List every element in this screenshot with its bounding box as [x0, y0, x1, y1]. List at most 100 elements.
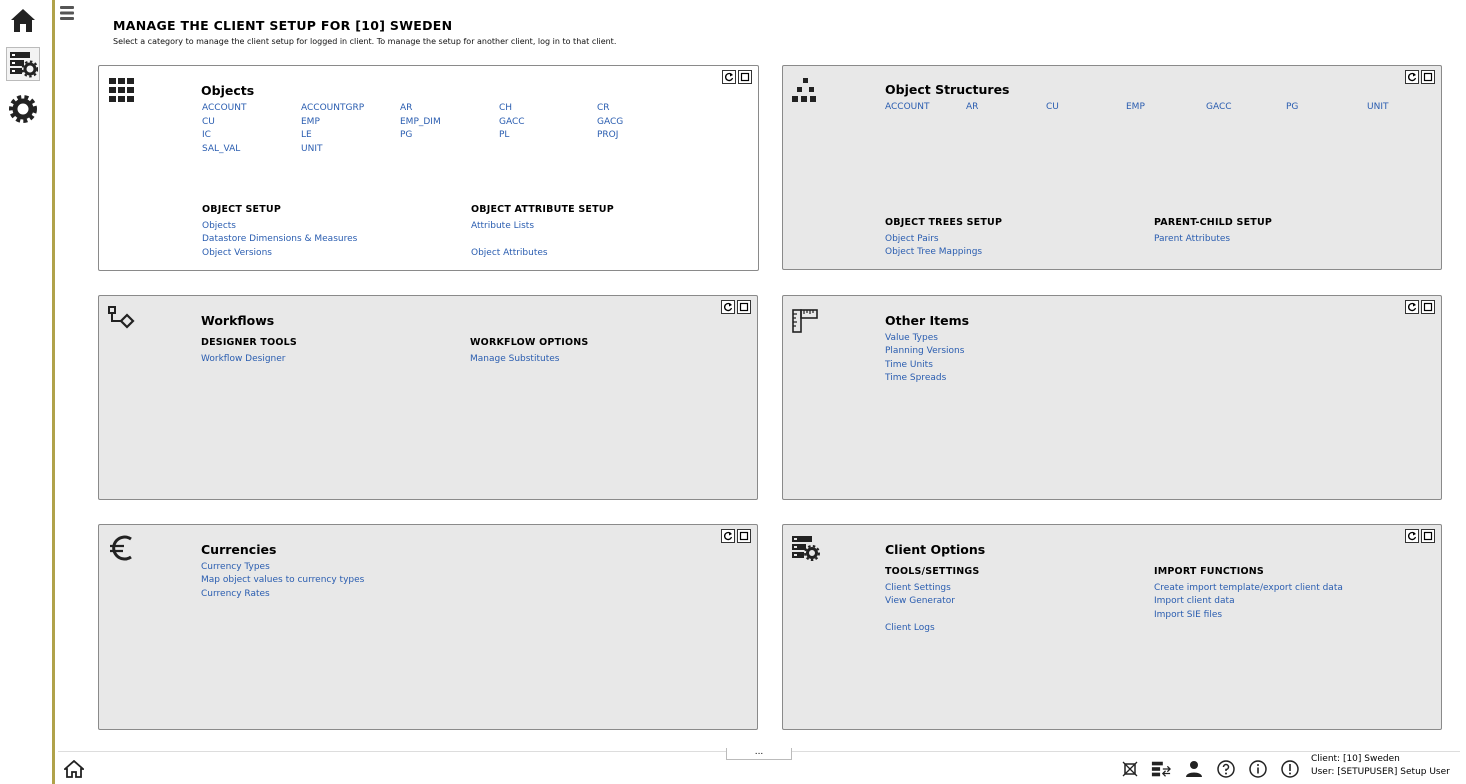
structure-link[interactable]: ACCOUNT	[885, 102, 929, 112]
structure-link[interactable]: AR	[966, 102, 978, 112]
settings-gear-icon[interactable]	[6, 92, 40, 126]
section-heading: WORKFLOW OPTIONS	[470, 337, 589, 348]
refresh-icon[interactable]	[721, 529, 735, 543]
datastore-link[interactable]: Datastore Dimensions & Measures	[202, 234, 357, 244]
time-spreads-link[interactable]: Time Spreads	[885, 373, 946, 383]
value-types-link[interactable]: Value Types	[885, 333, 938, 343]
info-icon[interactable]	[1248, 760, 1268, 778]
object-link[interactable]: LE	[301, 130, 312, 140]
hamburger-menu-icon[interactable]	[59, 4, 75, 22]
panel-title: Objects	[201, 83, 255, 98]
object-structures-panel: Object Structures ACCOUNT AR CU EMP GACC…	[782, 65, 1442, 270]
currency-rates-link[interactable]: Currency Rates	[201, 589, 270, 599]
object-link[interactable]: PL	[499, 130, 509, 140]
user-label: User: [SETUPUSER] Setup User	[1311, 767, 1450, 777]
section-heading: OBJECT ATTRIBUTE SETUP	[471, 204, 614, 215]
time-units-link[interactable]: Time Units	[885, 360, 933, 370]
rail-divider	[52, 0, 55, 784]
refresh-icon[interactable]	[1405, 300, 1419, 314]
maximize-icon[interactable]	[1421, 70, 1435, 84]
refresh-icon[interactable]	[721, 300, 735, 314]
refresh-icon[interactable]	[1405, 70, 1419, 84]
panel-title: Workflows	[201, 313, 275, 328]
import-client-data-link[interactable]: Import client data	[1154, 596, 1235, 606]
object-link[interactable]: GACG	[597, 117, 623, 127]
switch-client-icon[interactable]	[1151, 760, 1171, 778]
client-logs-link[interactable]: Client Logs	[885, 623, 935, 633]
user-icon[interactable]	[1184, 760, 1204, 778]
panel-title: Client Options	[885, 542, 986, 557]
panel-title: Object Structures	[885, 82, 1010, 97]
client-settings-link[interactable]: Client Settings	[885, 583, 951, 593]
section-heading: IMPORT FUNCTIONS	[1154, 566, 1264, 577]
diagnostics-icon[interactable]	[1120, 760, 1140, 778]
maximize-icon[interactable]	[1421, 529, 1435, 543]
structure-link[interactable]: EMP	[1126, 102, 1145, 112]
section-heading: PARENT-CHILD SETUP	[1154, 217, 1273, 228]
alert-icon[interactable]	[1280, 760, 1300, 778]
refresh-icon[interactable]	[722, 70, 736, 84]
object-link[interactable]: AR	[400, 103, 412, 113]
maximize-icon[interactable]	[737, 529, 751, 543]
object-tree-mappings-link[interactable]: Object Tree Mappings	[885, 247, 982, 257]
home-icon[interactable]	[6, 3, 40, 37]
object-link[interactable]: CH	[499, 103, 512, 113]
maximize-icon[interactable]	[738, 70, 752, 84]
object-link[interactable]: EMP	[301, 117, 320, 127]
currency-types-link[interactable]: Currency Types	[201, 562, 270, 572]
workflows-panel: Workflows DESIGNER TOOLS Workflow Design…	[98, 295, 758, 500]
euro-icon	[107, 533, 139, 565]
object-link[interactable]: EMP_DIM	[400, 117, 441, 127]
client-info: Client: [10] Sweden User: [SETUPUSER] Se…	[1311, 753, 1450, 779]
section-heading: OBJECT TREES SETUP	[885, 217, 1003, 228]
grid-icon	[107, 74, 139, 106]
section-heading: DESIGNER TOOLS	[201, 337, 297, 348]
refresh-icon[interactable]	[1405, 529, 1419, 543]
view-generator-link[interactable]: View Generator	[885, 596, 955, 606]
attribute-lists-link[interactable]: Attribute Lists	[471, 221, 534, 231]
planning-versions-link[interactable]: Planning Versions	[885, 346, 964, 356]
object-link[interactable]: PG	[400, 130, 412, 140]
object-attributes-link[interactable]: Object Attributes	[471, 248, 548, 258]
object-link[interactable]: UNIT	[301, 144, 322, 154]
object-link[interactable]: CU	[202, 117, 215, 127]
ruler-icon	[791, 304, 823, 336]
objects-panel: Objects ACCOUNT ACCOUNTGRP AR CH CR CU E…	[98, 65, 759, 271]
parent-attributes-link[interactable]: Parent Attributes	[1154, 234, 1230, 244]
more-button[interactable]: ...	[726, 748, 792, 760]
other-items-panel: Other Items Value Types Planning Version…	[782, 295, 1442, 500]
object-link[interactable]: ACCOUNTGRP	[301, 103, 364, 113]
panel-title: Currencies	[201, 542, 277, 557]
structure-link[interactable]: GACC	[1206, 102, 1232, 112]
client-label: Client: [10] Sweden	[1311, 754, 1400, 764]
object-link[interactable]: SAL_VAL	[202, 144, 240, 154]
structure-link[interactable]: PG	[1286, 102, 1298, 112]
home-icon[interactable]	[64, 760, 84, 778]
structure-link[interactable]: CU	[1046, 102, 1059, 112]
section-heading: TOOLS/SETTINGS	[885, 566, 980, 577]
left-rail	[0, 0, 52, 784]
client-options-icon	[791, 533, 823, 565]
client-setup-icon[interactable]	[6, 47, 40, 81]
structure-link[interactable]: UNIT	[1367, 102, 1388, 112]
maximize-icon[interactable]	[1421, 300, 1435, 314]
maximize-icon[interactable]	[737, 300, 751, 314]
import-sie-files-link[interactable]: Import SIE files	[1154, 610, 1222, 620]
workflow-designer-link[interactable]: Workflow Designer	[201, 354, 286, 364]
object-versions-link[interactable]: Object Versions	[202, 248, 272, 258]
object-link[interactable]: CR	[597, 103, 610, 113]
object-pairs-link[interactable]: Object Pairs	[885, 234, 939, 244]
panel-title: Other Items	[885, 313, 970, 328]
help-icon[interactable]	[1216, 760, 1236, 778]
client-options-panel: Client Options TOOLS/SETTINGS Client Set…	[782, 524, 1442, 730]
objects-setup-link[interactable]: Objects	[202, 221, 236, 231]
section-heading: OBJECT SETUP	[202, 204, 281, 215]
create-import-template-link[interactable]: Create import template/export client dat…	[1154, 583, 1343, 593]
object-link[interactable]: ACCOUNT	[202, 103, 246, 113]
object-link[interactable]: IC	[202, 130, 211, 140]
currencies-panel: Currencies Currency Types Map object val…	[98, 524, 758, 730]
object-link[interactable]: GACC	[499, 117, 525, 127]
manage-substitutes-link[interactable]: Manage Substitutes	[470, 354, 559, 364]
object-link[interactable]: PROJ	[597, 130, 618, 140]
map-currency-link[interactable]: Map object values to currency types	[201, 575, 364, 585]
